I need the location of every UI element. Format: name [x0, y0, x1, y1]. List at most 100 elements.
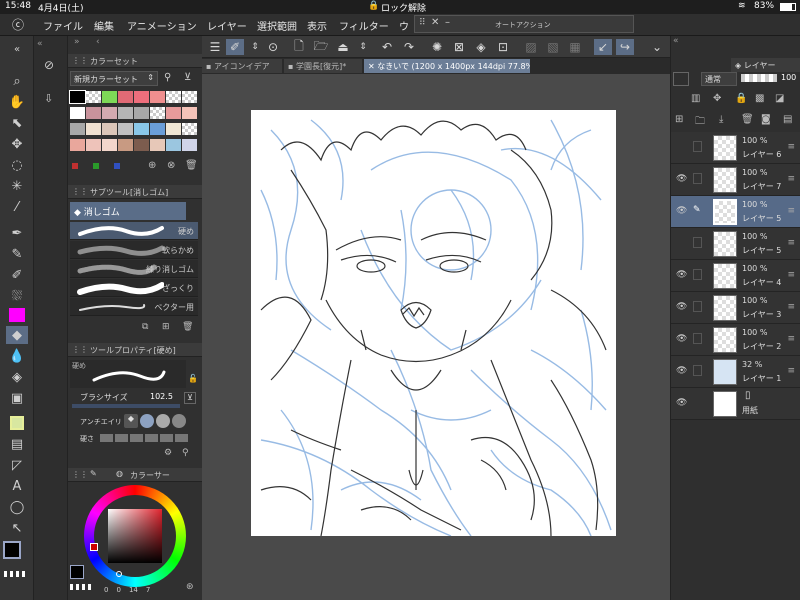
eye-icon[interactable]: 👁 [676, 398, 687, 408]
drag-handle-icon[interactable]: ≡ [787, 334, 795, 344]
figure-icon[interactable] [6, 414, 28, 432]
new-raster-layer-icon[interactable]: ⊞ [675, 114, 683, 125]
reference-icon[interactable]: ✥ [713, 93, 721, 104]
color-swatch[interactable] [102, 107, 117, 119]
collapse-icon[interactable]: « [673, 36, 679, 46]
fill-icon[interactable]: ◈ [6, 368, 28, 386]
airbrush-icon[interactable]: ⛆ [6, 287, 28, 305]
lasso-icon[interactable]: ◌ [6, 156, 28, 174]
layer-menu-icon[interactable]: ▤ [783, 114, 792, 125]
show-selection-icon[interactable]: ▦ [566, 39, 584, 55]
zoom-icon[interactable]: ⌕ [6, 72, 28, 90]
wand-icon[interactable]: ✳ [6, 177, 28, 195]
color-swatch[interactable] [86, 91, 101, 103]
layer-row[interactable]: 100 % レイヤー 6 ≡ [671, 132, 800, 164]
main-color-swatch-small[interactable] [70, 565, 84, 579]
navigator-icon[interactable]: ⊘ [44, 58, 54, 72]
menu-file[interactable]: ファイル [43, 18, 83, 33]
layer-color-dropdown[interactable] [673, 72, 689, 86]
brush-size-slider[interactable] [72, 404, 180, 408]
copy-subtool-icon[interactable]: ⧉ [142, 322, 148, 332]
hand-icon[interactable]: ✋ [6, 93, 28, 111]
ruler-icon[interactable]: ◸ [6, 456, 28, 474]
drag-handle-icon[interactable]: ≡ [787, 174, 795, 184]
pencil-icon[interactable]: ✎ [6, 245, 28, 263]
chevron-updown-icon[interactable]: ⇕ [354, 39, 372, 55]
color-swatch[interactable] [134, 123, 149, 135]
opacity-value[interactable]: 100 [781, 73, 796, 82]
brush-item[interactable]: ベクター用 [70, 298, 198, 316]
color-wheel-header[interactable]: ⋮⋮ ✎ ◍ カラーサー [68, 468, 202, 482]
subview-toggle[interactable] [693, 269, 702, 280]
eye-icon[interactable]: 👁 [676, 302, 687, 312]
layer-row[interactable]: 👁 32 % レイヤー 1 ≡ [671, 356, 800, 388]
undo-icon[interactable]: ↶ [378, 39, 396, 55]
pen-icon[interactable]: ✒ [6, 224, 28, 242]
trash-icon[interactable]: 🗑 [182, 322, 193, 332]
eyedropper-icon[interactable]: ⁄ [6, 198, 28, 216]
merge-down-icon[interactable]: ⤓ [719, 114, 723, 125]
subview-toggle[interactable] [693, 333, 702, 344]
color-settings-icon[interactable]: ⊛ [186, 582, 194, 592]
brush-item[interactable]: 練り消しゴム [70, 260, 198, 278]
color-swatch[interactable] [134, 107, 149, 119]
decoration-icon[interactable] [6, 306, 28, 324]
color-swatch[interactable] [182, 91, 197, 103]
open-folder-icon[interactable]: 🗁 [312, 39, 330, 55]
color-swatch[interactable] [86, 139, 101, 151]
layer-row-active[interactable]: 👁 ✎ 100 % レイヤー 5 ≡ [671, 196, 800, 228]
hue-ring[interactable] [84, 485, 186, 587]
color-swatch[interactable] [69, 90, 86, 104]
menu-edit[interactable]: 編集 [94, 18, 114, 33]
transparent-color-small-icon[interactable] [70, 584, 92, 590]
add-color-icon[interactable]: ⊕ [148, 160, 156, 171]
eye-icon[interactable]: 👁 [676, 334, 687, 344]
canvas-area[interactable] [202, 74, 670, 600]
material-icon[interactable]: ⇩ [44, 92, 53, 105]
transparent-color-icon[interactable] [4, 571, 28, 577]
color-swatch[interactable] [182, 123, 197, 135]
minimize-icon[interactable]: – [445, 17, 450, 28]
blend-mode-select[interactable]: 通常 [701, 72, 737, 86]
color-swatch[interactable] [70, 107, 85, 119]
brush-size-value[interactable]: 102.5 [150, 392, 173, 401]
color-swatch[interactable] [118, 139, 133, 151]
transform-icon[interactable]: ⊡ [494, 39, 512, 55]
hardness-options[interactable] [100, 434, 188, 442]
menu-icon[interactable]: ☰ [206, 39, 224, 55]
layer-mask-icon[interactable]: ◙ [761, 114, 771, 125]
color-swatch[interactable] [166, 123, 181, 135]
trash-icon[interactable]: 🗑 [185, 160, 198, 171]
color-swatch[interactable] [118, 107, 133, 119]
drag-handle-icon[interactable]: ≡ [787, 206, 795, 216]
lock-transparency-icon[interactable]: ▩ [755, 93, 764, 104]
move-icon[interactable]: ✥ [6, 135, 28, 153]
menu-view[interactable]: 表示 [307, 18, 327, 33]
brush-item[interactable]: ざっくり [70, 279, 198, 297]
add-subtool-icon[interactable]: ⊞ [162, 322, 170, 332]
drag-handle-icon[interactable]: ≡ [787, 142, 795, 152]
color-swatch[interactable] [166, 107, 181, 119]
collapse-icon[interactable]: « [37, 39, 43, 49]
color-swatch[interactable] [150, 91, 165, 103]
new-file-icon[interactable]: 🗋 [290, 39, 308, 55]
color-swatch[interactable] [70, 123, 85, 135]
balloon-icon[interactable]: ◯ [6, 498, 28, 516]
color-swatch[interactable] [150, 123, 165, 135]
subtool-header[interactable]: ⋮⋮ サブツール[消しゴム] [68, 185, 202, 199]
text-icon[interactable]: A [6, 477, 28, 495]
collapse-panel-icon[interactable]: » [74, 37, 80, 47]
color-swatch[interactable] [86, 123, 101, 135]
frame-icon[interactable]: ▤ [6, 435, 28, 453]
redo-icon[interactable]: ↷ [400, 39, 418, 55]
eye-icon[interactable]: 👁 [676, 270, 687, 280]
layer-row-paper[interactable]: 👁 ▯ 用紙 [671, 388, 800, 420]
special-ruler-snap-icon[interactable]: ↪ [616, 39, 634, 55]
chevron-left-icon[interactable]: ‹ [96, 37, 100, 47]
clear-icon[interactable]: ⊠ [450, 39, 468, 55]
close-icon[interactable]: ✕ [431, 17, 439, 28]
deselect-icon[interactable]: ▨ [522, 39, 540, 55]
color-swatch-grid[interactable] [69, 90, 198, 157]
eraser-icon[interactable]: ◆ [6, 326, 28, 344]
subview-toggle[interactable] [693, 365, 702, 376]
